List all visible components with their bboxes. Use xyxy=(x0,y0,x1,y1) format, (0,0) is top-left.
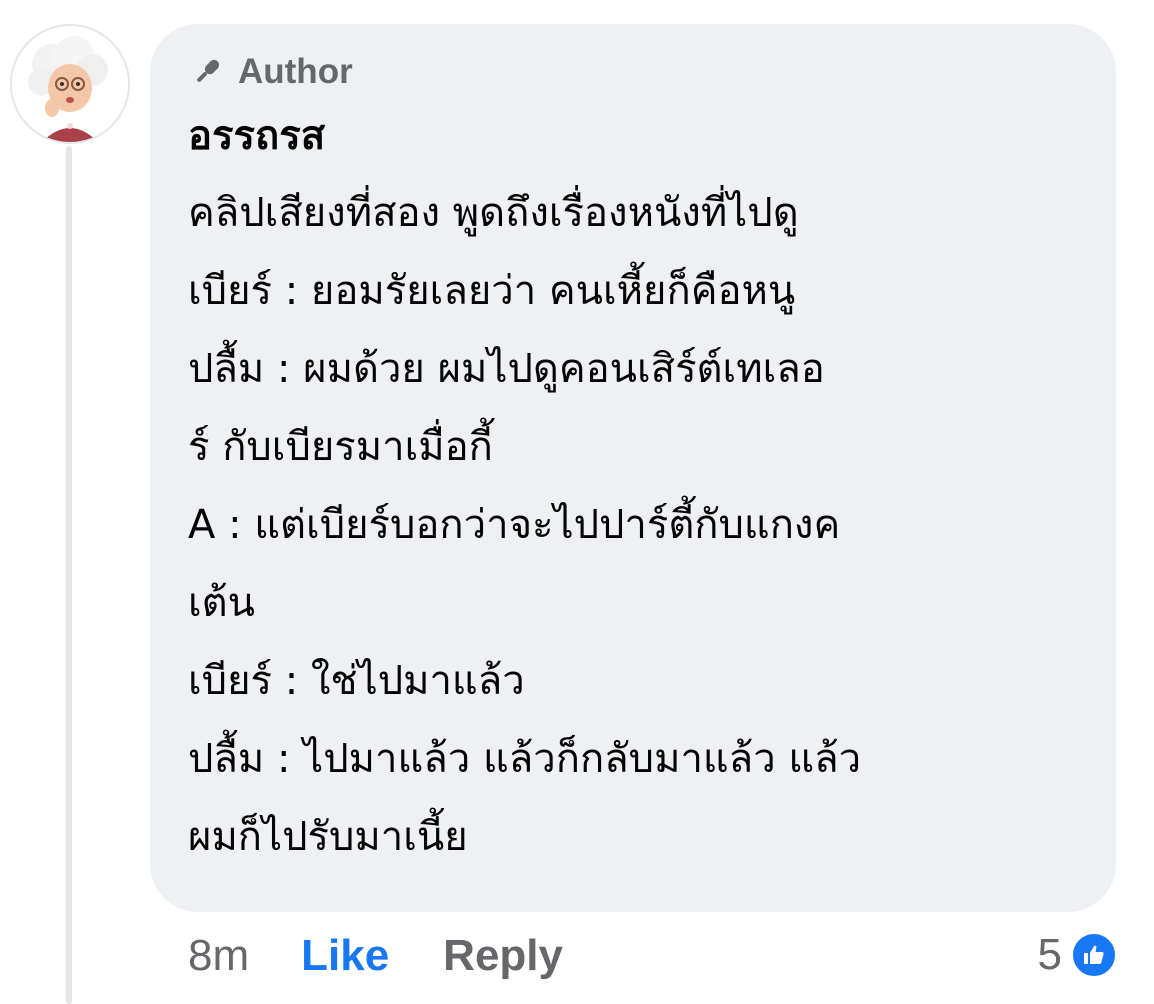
comment-line: เต้น xyxy=(188,580,255,626)
microphone-icon xyxy=(188,53,226,91)
comment-line: ปลื้ม : ผมด้วย ผมไปดูคอนเสิร์ต์เทเลอ xyxy=(188,346,825,392)
commenter-name[interactable]: อรรถรส xyxy=(188,108,1116,164)
comment-line: A : แต่เบียร์บอกว่าจะไปปาร์ตี้กับแกงค xyxy=(188,502,841,548)
reply-button[interactable]: Reply xyxy=(443,931,563,981)
thumbs-up-icon xyxy=(1070,931,1118,979)
like-button[interactable]: Like xyxy=(301,931,389,981)
reaction-count: 5 xyxy=(1037,930,1062,979)
author-badge: Author xyxy=(188,50,1116,94)
comment-line: ร์ กับเบียรมาเมื่อกี้ xyxy=(188,424,493,470)
comment-line: เบียร์ : ยอมรัยเลยว่า คนเหี้ยก็คือหนู xyxy=(188,268,796,314)
comment-line: คลิปเสียงที่สอง พูดถึงเรื่องหนังที่ไปดู xyxy=(188,190,799,236)
reaction-summary[interactable]: 5 xyxy=(1038,930,1118,980)
comment-timestamp[interactable]: 8m xyxy=(188,931,249,981)
comment-line: เบียร์ : ใช่ไปมาแล้ว xyxy=(188,658,525,704)
comment-thread: Author อรรถรส คลิปเสียงที่สอง พูดถึงเรื่… xyxy=(0,0,1154,1004)
comment-line: ผมก็ไปรับมาเนี้ย xyxy=(188,814,468,860)
comment-line: ปลื้ม : ไปมาแล้ว แล้วก็กลับมาแล้ว แล้ว xyxy=(188,736,862,782)
avatar[interactable] xyxy=(10,24,130,144)
comment-actions: 8m Like Reply xyxy=(188,924,563,988)
thread-connector-line xyxy=(66,146,72,1004)
author-badge-label: Author xyxy=(238,52,353,91)
comment-body: คลิปเสียงที่สอง พูดถึงเรื่องหนังที่ไปดู … xyxy=(188,174,1088,876)
comment-bubble: Author อรรถรส คลิปเสียงที่สอง พูดถึงเรื่… xyxy=(150,24,1116,912)
